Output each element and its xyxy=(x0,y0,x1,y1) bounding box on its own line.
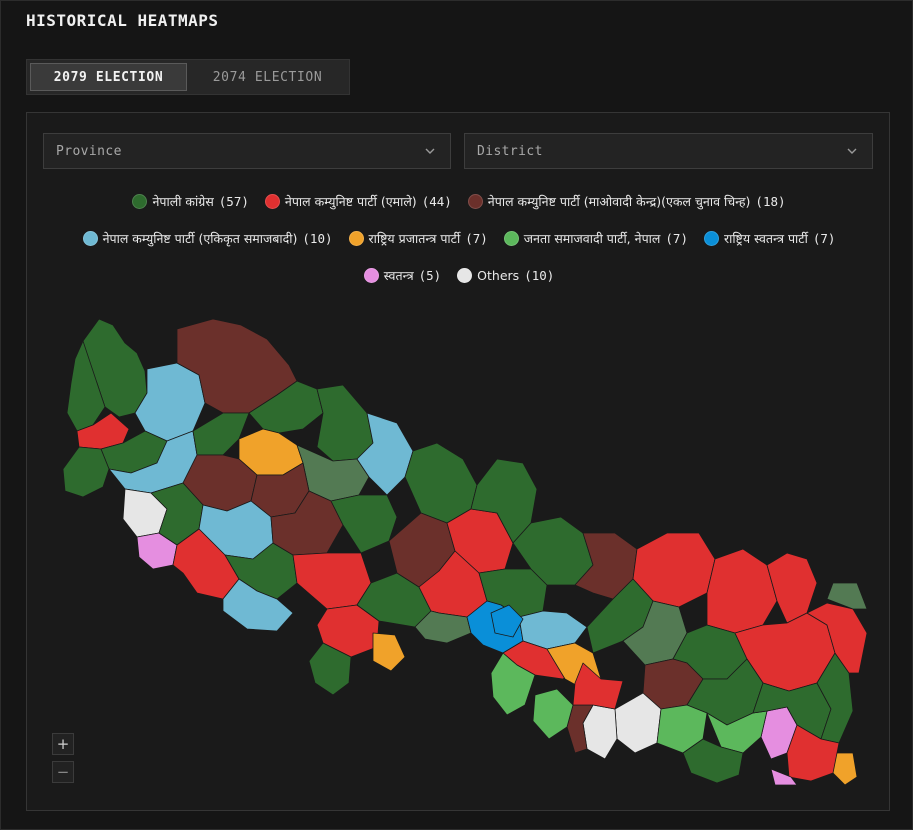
tab-2074-election[interactable]: 2074 ELECTION xyxy=(189,63,346,91)
page-title: HISTORICAL HEATMAPS xyxy=(26,11,219,30)
map-panel: Province District नेपाली कांग्रेस (57) न… xyxy=(26,112,890,811)
zoom-out-button[interactable]: − xyxy=(52,761,74,783)
constituency-region[interactable] xyxy=(62,446,110,498)
constituency-region[interactable] xyxy=(316,384,374,462)
constituency-region[interactable] xyxy=(832,752,858,786)
constituency-region[interactable] xyxy=(404,442,478,524)
nepal-constituency-map xyxy=(62,318,868,786)
tab-2079-election[interactable]: 2079 ELECTION xyxy=(30,63,187,91)
constituency-region[interactable] xyxy=(532,688,574,740)
zoom-in-button[interactable]: + xyxy=(52,733,74,755)
constituency-region[interactable] xyxy=(372,632,406,672)
constituency-region[interactable] xyxy=(706,548,778,634)
constituency-region[interactable] xyxy=(292,552,372,610)
election-tabs: 2079 ELECTION 2074 ELECTION xyxy=(26,59,350,95)
